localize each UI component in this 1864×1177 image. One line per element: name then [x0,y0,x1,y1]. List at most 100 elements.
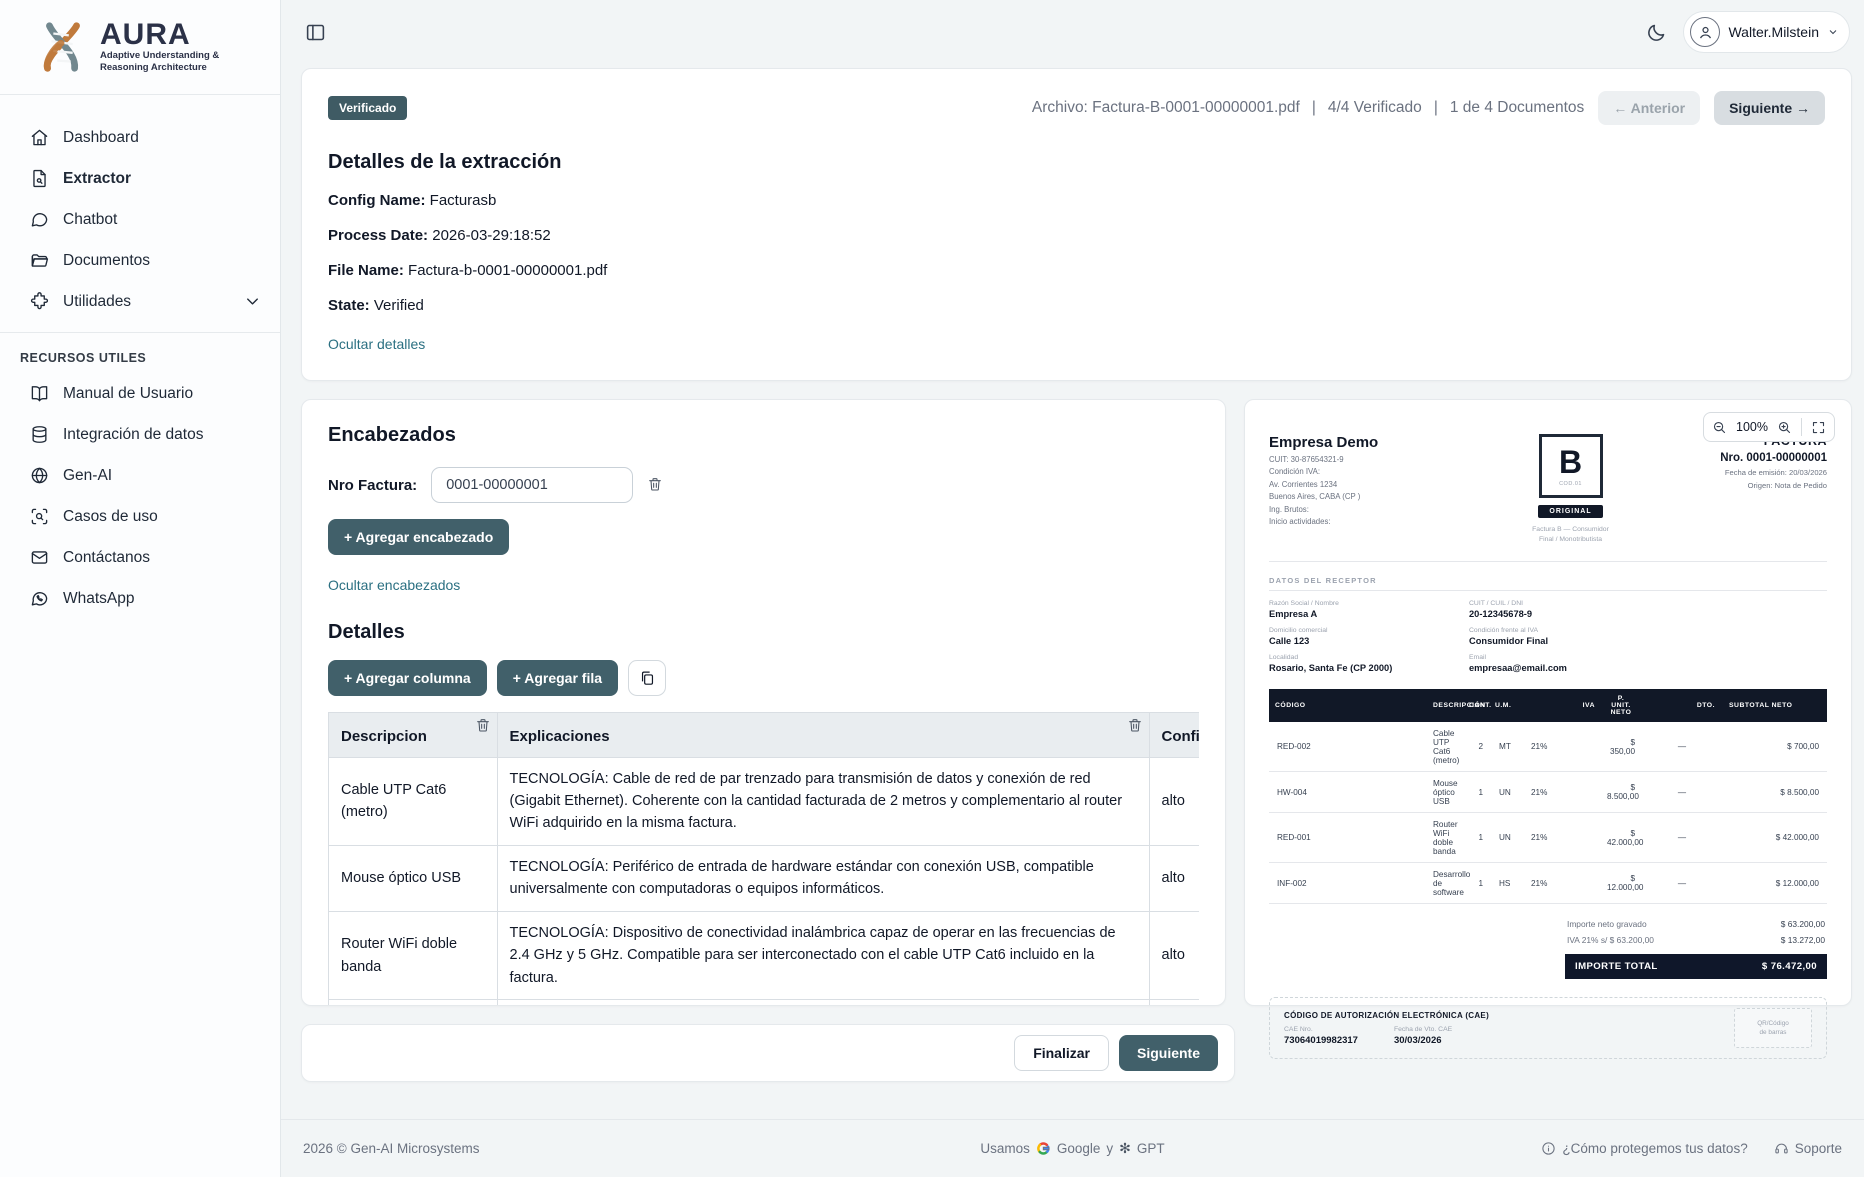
next-document-button[interactable]: Siguiente → [1714,91,1825,125]
pdf-preview-card: 100% Empresa Demo [1244,399,1852,1006]
sidebar-item-casos-de-uso[interactable]: Casos de uso [0,496,280,537]
cell-descripcion[interactable]: Router WiFi doble banda [329,911,497,999]
column-header-confianza: Confianza [1149,713,1199,757]
cell-explicaciones[interactable]: SERVICIO: Servicio profesional del área … [497,1000,1149,1006]
puzzle-icon [30,292,49,311]
invoice-column-header: DESCRIPCIÓN [1427,689,1459,722]
sidebar-item-dashboard[interactable]: Dashboard [0,117,280,158]
invoice-items-table: CÓDIGODESCRIPCIÓNCANT.U.M.IVAP. UNIT. NE… [1269,689,1827,904]
finalize-button[interactable]: Finalizar [1014,1035,1109,1071]
previous-document-button[interactable]: ← Anterior [1598,91,1700,125]
zoom-level: 100% [1736,420,1768,434]
support-link[interactable]: Soporte [1774,1141,1842,1156]
sidebar-item-label: Casos de uso [63,508,158,526]
content: Verificado Archivo: Factura-B-0001-00000… [281,64,1864,1097]
trash-icon [647,476,663,492]
sidebar-item-integracion-de-datos[interactable]: Integración de datos [0,414,280,455]
add-column-button[interactable]: + Agregar columna [328,660,487,696]
user-name: Walter.Milstein [1728,24,1819,40]
cell-confianza[interactable]: alto [1149,1000,1199,1006]
sidebar-toggle-button[interactable] [305,22,326,43]
sidebar-item-chatbot[interactable]: Chatbot [0,199,280,240]
invoice-receptor-grid: Razón Social / Nombre Empresa A CUIT / C… [1269,600,1827,673]
invoice-company-line: Inicio actividades: [1269,517,1484,526]
sidebar-item-documentos[interactable]: Documentos [0,240,280,281]
zoom-in-button[interactable] [1777,420,1792,435]
copyright: 2026 © Gen-AI Microsystems [303,1141,480,1156]
cell-confianza[interactable]: alto [1149,757,1199,845]
sidebar-item-label: Manual de Usuario [63,385,193,403]
invoice-item-row: RED-002 Cable UTP Cat6 (metro) 2 MT 21% … [1269,722,1827,772]
cell-explicaciones[interactable]: TECNOLOGÍA: Periférico de entrada de har… [497,845,1149,911]
extraction-details-card: Verificado Archivo: Factura-B-0001-00000… [301,68,1852,381]
extraction-field: Process Date: 2026-03-29:18:52 [328,227,1825,244]
delete-column-button[interactable] [1127,717,1143,736]
sidebar-item-contactanos[interactable]: Contáctanos [0,537,280,578]
fullscreen-button[interactable] [1811,420,1826,435]
nro-factura-input[interactable] [431,467,633,503]
table-row[interactable]: Mouse óptico USB TECNOLOGÍA: Periférico … [329,845,1199,911]
invoice-receptor-field: Razón Social / Nombre Empresa A [1269,600,1469,619]
cell-descripcion[interactable]: Mouse óptico USB [329,845,497,911]
book-open-icon [30,384,49,403]
trash-icon [475,717,491,733]
table-row[interactable]: Cable UTP Cat6 (metro) TECNOLOGÍA: Cable… [329,757,1199,845]
whatsapp-icon [30,589,49,608]
cell-confianza[interactable]: alto [1149,845,1199,911]
sidebar-item-whatsapp[interactable]: WhatsApp [0,578,280,619]
app-root: AURA Adaptive Understanding & Reasoning … [0,0,1864,1177]
invoice-company-line: Buenos Aires, CABA (CP ) [1269,492,1484,501]
invoice-original-badge: ORIGINAL [1538,505,1602,518]
invoice-receptor-field: Condición frente al IVA Consumidor Final [1469,627,1827,646]
status-badge: Verificado [328,96,407,120]
trash-icon [1127,717,1143,733]
dark-mode-toggle-button[interactable] [1646,22,1667,43]
invoice-company-line: CUIT: 30-87654321-9 [1269,455,1484,464]
privacy-link[interactable]: ¿Cómo protegemos tus datos? [1541,1141,1747,1156]
copy-table-button[interactable] [628,660,666,696]
cell-explicaciones[interactable]: TECNOLOGÍA: Cable de red de par trenzado… [497,757,1149,845]
cell-confianza[interactable]: alto [1149,911,1199,999]
hide-details-link[interactable]: Ocultar detalles [328,336,425,352]
sidebar-nav: Dashboard Extractor Chatbot Documentos U… [0,95,280,619]
file-info-text: Archivo: Factura-B-0001-00000001.pdf [1032,99,1300,117]
invoice-cae-title: CÓDIGO DE AUTORIZACIÓN ELECTRÓNICA (CAE) [1284,1011,1489,1020]
delete-header-button[interactable] [647,476,663,495]
cell-descripcion[interactable]: Cable UTP Cat6 (metro) [329,757,497,845]
brand-subtitle-2: Reasoning Architecture [100,62,219,74]
sidebar-item-manual-de-usuario[interactable]: Manual de Usuario [0,373,280,414]
invoice-company-line: Av. Corrientes 1234 [1269,480,1484,489]
invoice-receptor-field: Email empresaa@email.com [1469,654,1827,673]
hide-headers-link[interactable]: Ocultar encabezados [328,577,460,593]
sidebar-item-utilidades[interactable]: Utilidades [0,281,280,322]
invoice-column-header: CÓDIGO [1269,689,1427,722]
add-row-button[interactable]: + Agregar fila [497,660,618,696]
action-bar: Finalizar Siguiente [301,1024,1235,1082]
invoice-cae-expiry: 30/03/2026 [1394,1035,1452,1046]
sidebar: AURA Adaptive Understanding & Reasoning … [0,0,281,1177]
brand-name: AURA [100,20,219,50]
add-header-button[interactable]: + Agregar encabezado [328,519,509,555]
invoice-item-row: INF-002 Desarrollo de software 1 HS 21% … [1269,863,1827,904]
sidebar-item-extractor[interactable]: Extractor [0,158,280,199]
invoice-letter: B [1559,446,1582,478]
sidebar-item-label: Gen-AI [63,467,112,485]
table-row[interactable]: Router WiFi doble banda TECNOLOGÍA: Disp… [329,911,1199,999]
cell-descripcion[interactable]: Desarrollo de software [329,1000,497,1006]
user-icon [1697,24,1714,41]
table-row[interactable]: Desarrollo de software SERVICIO: Servici… [329,1000,1199,1006]
invoice-cae-number: 73064019982317 [1284,1035,1358,1046]
extraction-field: File Name: Factura-b-0001-00000001.pdf [328,262,1825,279]
invoice-receptor-title: DATOS DEL RECEPTOR [1269,576,1827,591]
extraction-editor-card: Encabezados Nro Factura: + Agregar encab… [301,399,1226,1006]
sidebar-item-label: Documentos [63,252,150,270]
scan-search-icon [30,507,49,526]
user-menu[interactable]: Walter.Milstein [1683,11,1850,53]
zoom-out-button[interactable] [1712,420,1727,435]
file-extract-icon [30,169,49,188]
next-button[interactable]: Siguiente [1119,1035,1218,1071]
cell-explicaciones[interactable]: TECNOLOGÍA: Dispositivo de conectividad … [497,911,1149,999]
sidebar-item-gen-ai[interactable]: Gen-AI [0,455,280,496]
delete-column-button[interactable] [475,717,491,736]
invoice-receptor-field: Domicilio comercial Calle 123 [1269,627,1469,646]
